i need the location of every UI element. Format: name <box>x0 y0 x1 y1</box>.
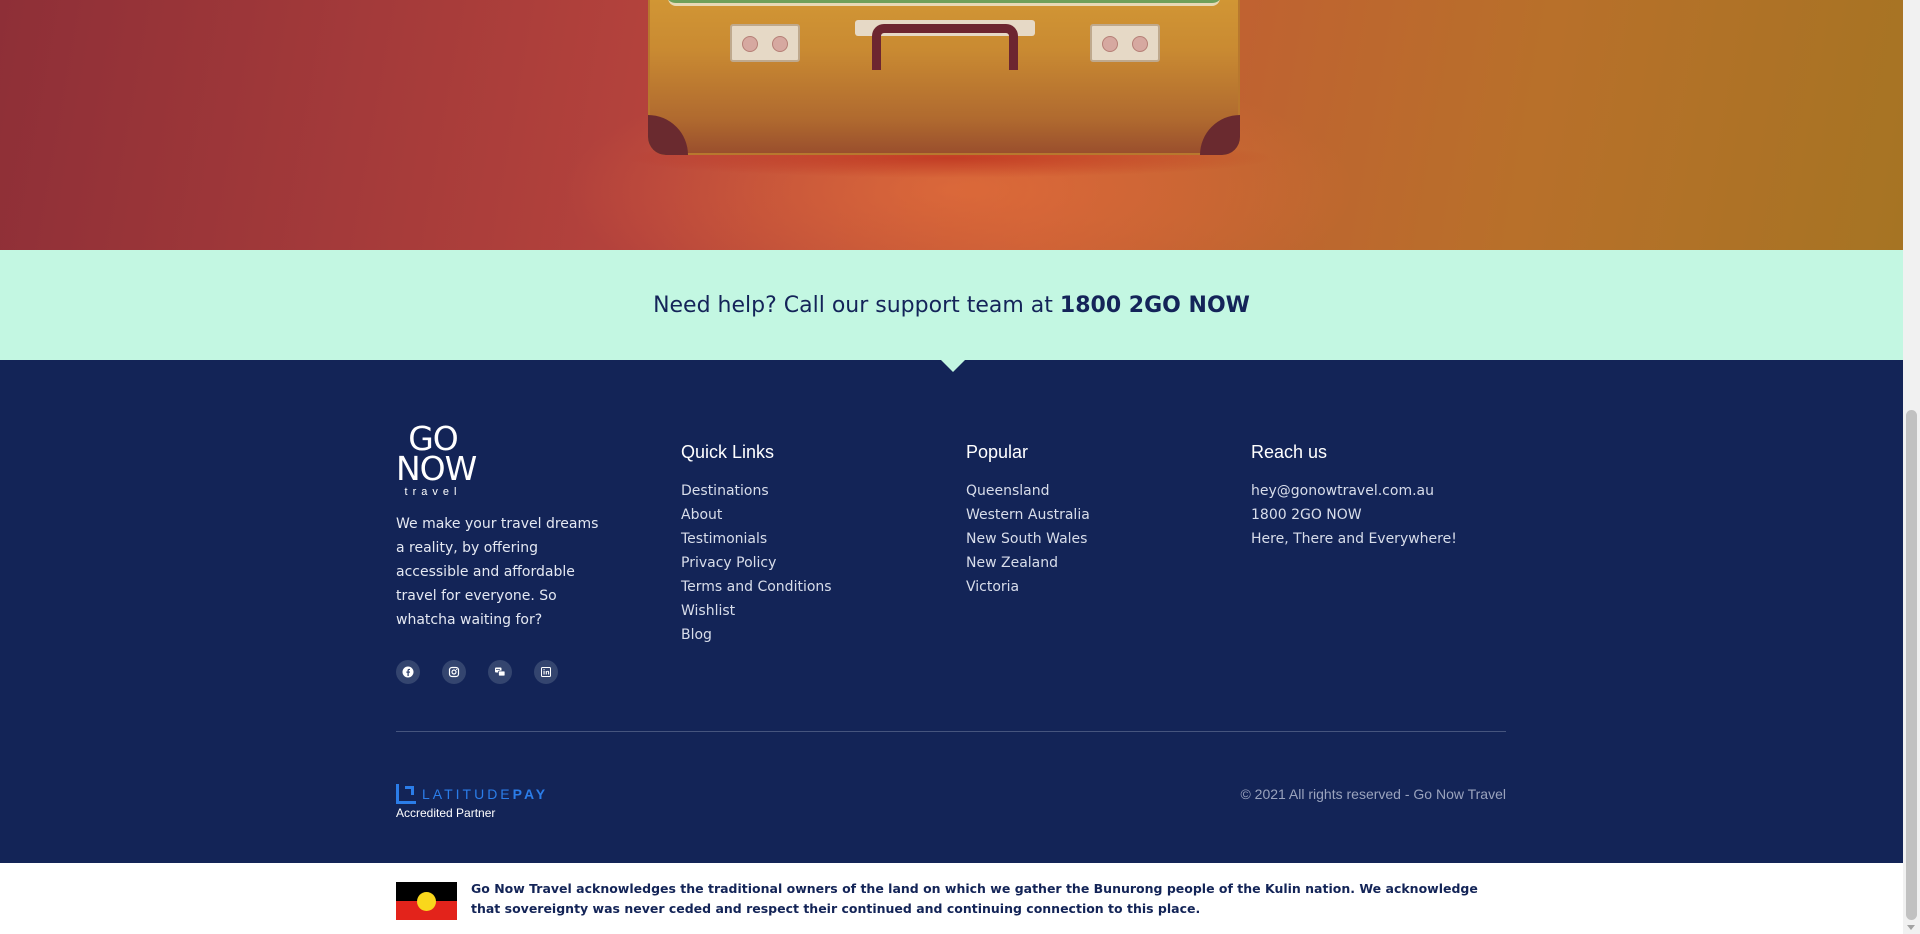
suitcase-latch-right <box>1090 24 1160 62</box>
suitcase-handle <box>872 24 1018 70</box>
acknowledgement-text: Go Now Travel acknowledges the tradition… <box>471 881 1478 916</box>
popular-heading: Popular <box>966 442 1029 462</box>
quick-link-blog[interactable]: Blog <box>681 623 832 647</box>
site-footer: GO NOW travel We make your travel dreams… <box>0 360 1903 863</box>
aboriginal-flag-icon <box>396 882 457 920</box>
contact-phone[interactable]: 1800 2GO NOW <box>1251 503 1457 527</box>
popular-link-new-zealand[interactable]: New Zealand <box>966 551 1090 575</box>
footer-notch <box>941 360 965 372</box>
suitcase-illustration <box>648 0 1240 155</box>
scrollbar-thumb[interactable] <box>1906 410 1917 920</box>
suitcase-corner-left <box>648 115 688 155</box>
latitudepay-logo-icon <box>396 784 416 804</box>
logo-now: NOW <box>396 449 477 488</box>
reach-us-heading: Reach us <box>1251 442 1328 462</box>
quick-link-privacy-policy[interactable]: Privacy Policy <box>681 551 832 575</box>
quick-link-terms[interactable]: Terms and Conditions <box>681 575 832 599</box>
latitudepay-badge[interactable]: LATITUDEPAY Accredited Partner <box>396 784 548 820</box>
quick-links-heading: Quick Links <box>681 442 775 462</box>
popular-link-queensland[interactable]: Queensland <box>966 479 1090 503</box>
popular-link-western-australia[interactable]: Western Australia <box>966 503 1090 527</box>
copyright-notice: © 2021 All rights reserved - Go Now Trav… <box>1240 786 1506 802</box>
messenger-icon[interactable] <box>488 660 512 684</box>
contact-location: Here, There and Everywhere! <box>1251 531 1457 547</box>
scroll-down-arrow-icon[interactable] <box>1907 925 1915 930</box>
vertical-scrollbar[interactable] <box>1903 0 1920 934</box>
instagram-icon[interactable] <box>442 660 466 684</box>
quick-link-testimonials[interactable]: Testimonials <box>681 527 832 551</box>
contact-email[interactable]: hey@gonowtravel.com.au <box>1251 479 1457 503</box>
suitcase-corner-right <box>1200 115 1240 155</box>
support-banner: Need help? Call our support team at 1800… <box>0 250 1903 360</box>
acknowledgement-of-country: Go Now Travel acknowledges the tradition… <box>0 863 1903 934</box>
quick-link-wishlist[interactable]: Wishlist <box>681 599 832 623</box>
social-links <box>396 660 558 684</box>
suitcase-latch-left <box>730 24 800 62</box>
latitudepay-wordmark: LATITUDEPAY <box>422 786 549 802</box>
reach-us-column: Reach us hey@gonowtravel.com.au 1800 2GO… <box>1251 442 1457 551</box>
popular-link-victoria[interactable]: Victoria <box>966 575 1090 599</box>
quick-link-about[interactable]: About <box>681 503 832 527</box>
footer-divider <box>396 731 1506 732</box>
suitcase-contents <box>668 0 1220 6</box>
facebook-icon[interactable] <box>396 660 420 684</box>
support-text: Need help? Call our support team at <box>653 292 1053 318</box>
quick-links-column: Quick Links Destinations About Testimoni… <box>681 442 832 647</box>
support-phone[interactable]: 1800 2GO NOW <box>1060 293 1250 318</box>
accredited-partner-label: Accredited Partner <box>396 806 496 820</box>
hero-image <box>0 0 1903 250</box>
go-now-travel-logo[interactable]: GO NOW travel <box>396 422 477 498</box>
logo-travel: travel <box>404 486 462 498</box>
popular-column: Popular Queensland Western Australia New… <box>966 442 1090 599</box>
popular-link-new-south-wales[interactable]: New South Wales <box>966 527 1090 551</box>
quick-link-destinations[interactable]: Destinations <box>681 479 832 503</box>
brand-tagline: We make your travel dreams a reality, by… <box>396 516 599 628</box>
linkedin-icon[interactable] <box>534 660 558 684</box>
